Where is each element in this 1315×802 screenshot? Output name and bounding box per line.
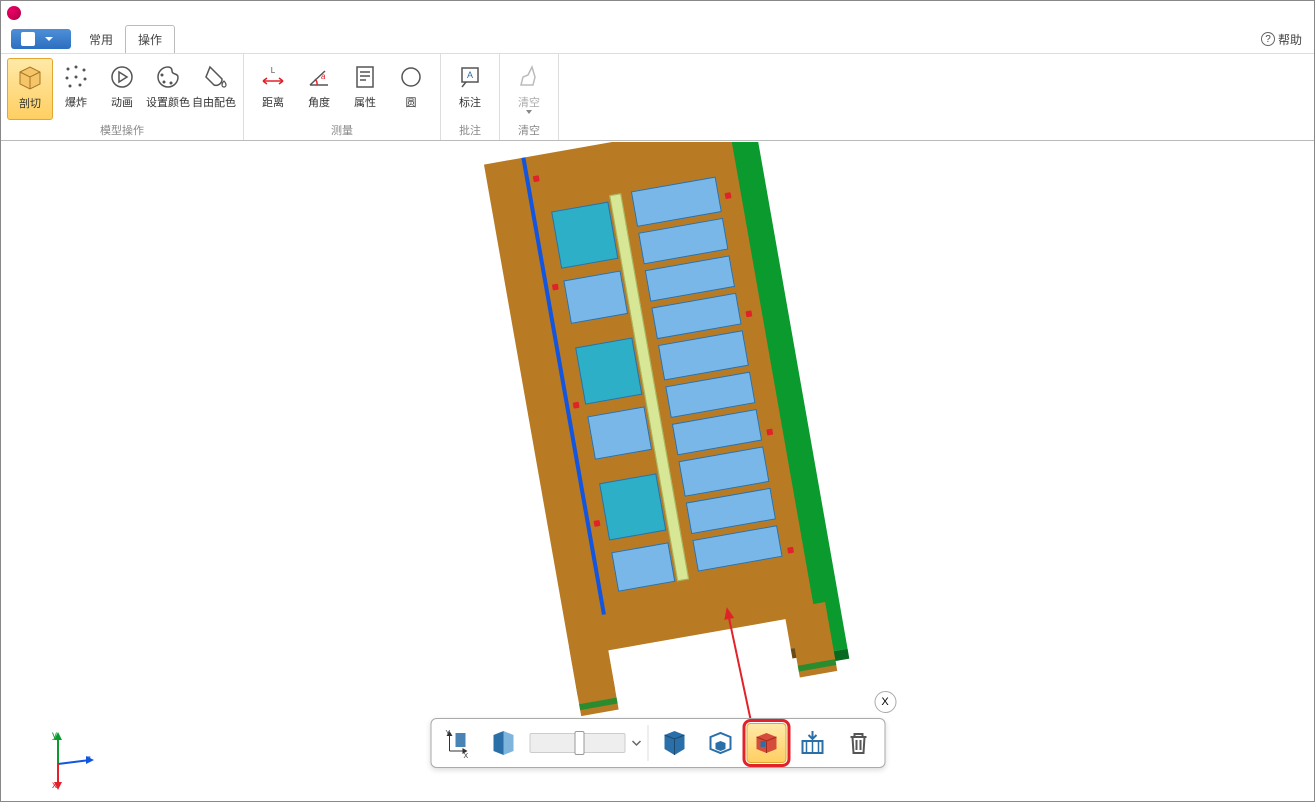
ribbon-group-clear: 清空 清空 — [500, 54, 559, 140]
separator — [647, 725, 648, 761]
svg-text:L: L — [271, 66, 276, 75]
section-slider[interactable] — [529, 733, 625, 753]
flip-plane-button[interactable] — [483, 723, 523, 763]
svg-text:X: X — [463, 753, 468, 759]
file-menu-button[interactable] — [11, 29, 71, 49]
animation-button[interactable]: 动画 — [99, 58, 145, 120]
box-section-button[interactable] — [700, 723, 740, 763]
scatter-icon — [61, 62, 91, 92]
help-link[interactable]: ? 帮助 — [1261, 31, 1302, 48]
set-color-button[interactable]: 设置颜色 — [145, 58, 191, 120]
angle-button[interactable]: a 角度 — [296, 58, 342, 120]
ribbon-label: 属性 — [354, 94, 376, 110]
droplet-icon — [199, 62, 229, 92]
axis-gizmo: y z x — [38, 730, 98, 790]
ribbon-label: 动画 — [111, 94, 133, 110]
svg-text:a: a — [321, 72, 326, 81]
title-bar — [1, 1, 1314, 25]
axis-plane-button[interactable]: Y X — [437, 723, 477, 763]
slider-thumb[interactable] — [574, 731, 584, 755]
help-label: 帮助 — [1278, 31, 1302, 48]
circle-button[interactable]: 圆 — [388, 58, 434, 120]
ribbon-group-measure: L 距离 a 角度 属性 圆 — [244, 54, 441, 140]
box-section-icon — [704, 727, 736, 759]
ribbon-label: 清空 — [518, 94, 540, 110]
axis-x-label: x — [52, 780, 57, 791]
ribbon-label: 设置颜色 — [146, 94, 190, 110]
ribbon-label: 距离 — [262, 94, 284, 110]
axis-plane-icon: Y X — [441, 727, 473, 759]
play-circle-icon — [107, 62, 137, 92]
delete-section-button[interactable] — [838, 723, 878, 763]
ribbon-group-annot: A 标注 批注 — [441, 54, 500, 140]
ribbon: 剖切 爆炸 动画 设置颜色 — [1, 53, 1314, 141]
auto-color-button[interactable]: 自由配色 — [191, 58, 237, 120]
slider-dropdown[interactable] — [631, 738, 641, 748]
tab-label: 常用 — [89, 33, 113, 47]
svg-text:A: A — [467, 70, 473, 80]
caret-down-icon — [45, 37, 53, 41]
palette-icon — [153, 62, 183, 92]
broom-icon — [514, 62, 544, 92]
save-section-button[interactable] — [792, 723, 832, 763]
section-box-color-icon — [750, 727, 782, 759]
save-section-icon — [796, 727, 828, 759]
view-section-button[interactable] — [654, 723, 694, 763]
menu-row: 常用 操作 ? 帮助 — [1, 25, 1314, 53]
help-icon: ? — [1261, 32, 1275, 46]
group-label: 测量 — [250, 120, 434, 140]
group-label: 模型操作 — [7, 120, 237, 140]
axis-y-label: y — [52, 730, 57, 741]
angle-icon: a — [304, 62, 334, 92]
app-icon — [7, 6, 21, 20]
close-label: X — [881, 696, 888, 708]
trash-icon — [842, 727, 874, 759]
section-toolbar: X Y X — [430, 718, 885, 768]
group-label: 清空 — [506, 120, 552, 140]
properties-button[interactable]: 属性 — [342, 58, 388, 120]
properties-doc-icon — [350, 62, 380, 92]
distance-icon: L — [258, 62, 288, 92]
3d-viewport[interactable]: y z x X Y X — [2, 142, 1313, 800]
ribbon-label: 自由配色 — [192, 94, 236, 110]
ribbon-label: 剖切 — [19, 95, 41, 111]
circle-icon — [396, 62, 426, 92]
view-section-icon — [658, 727, 690, 759]
document-icon — [21, 32, 35, 46]
ribbon-label: 爆炸 — [65, 94, 87, 110]
chevron-down-icon — [526, 110, 532, 114]
ribbon-group-model: 剖切 爆炸 动画 设置颜色 — [1, 54, 244, 140]
section-button[interactable]: 剖切 — [7, 58, 53, 120]
tab-common[interactable]: 常用 — [77, 26, 125, 53]
flip-plane-icon — [487, 727, 519, 759]
explode-button[interactable]: 爆炸 — [53, 58, 99, 120]
markup-button[interactable]: A 标注 — [447, 58, 493, 120]
note-icon: A — [455, 62, 485, 92]
axis-z-label: z — [86, 754, 91, 765]
tab-operate[interactable]: 操作 — [125, 25, 175, 53]
section-box-color-button[interactable] — [746, 723, 786, 763]
chevron-down-icon — [631, 738, 641, 748]
close-toolbar-button[interactable]: X — [874, 691, 896, 713]
distance-button[interactable]: L 距离 — [250, 58, 296, 120]
clear-button[interactable]: 清空 — [506, 58, 552, 120]
ribbon-label: 圆 — [406, 94, 417, 110]
tab-label: 操作 — [138, 33, 162, 47]
model-preview — [484, 142, 837, 716]
ribbon-label: 角度 — [308, 94, 330, 110]
group-label: 批注 — [447, 120, 493, 140]
ribbon-label: 标注 — [459, 94, 481, 110]
cube-slice-icon — [15, 63, 45, 93]
